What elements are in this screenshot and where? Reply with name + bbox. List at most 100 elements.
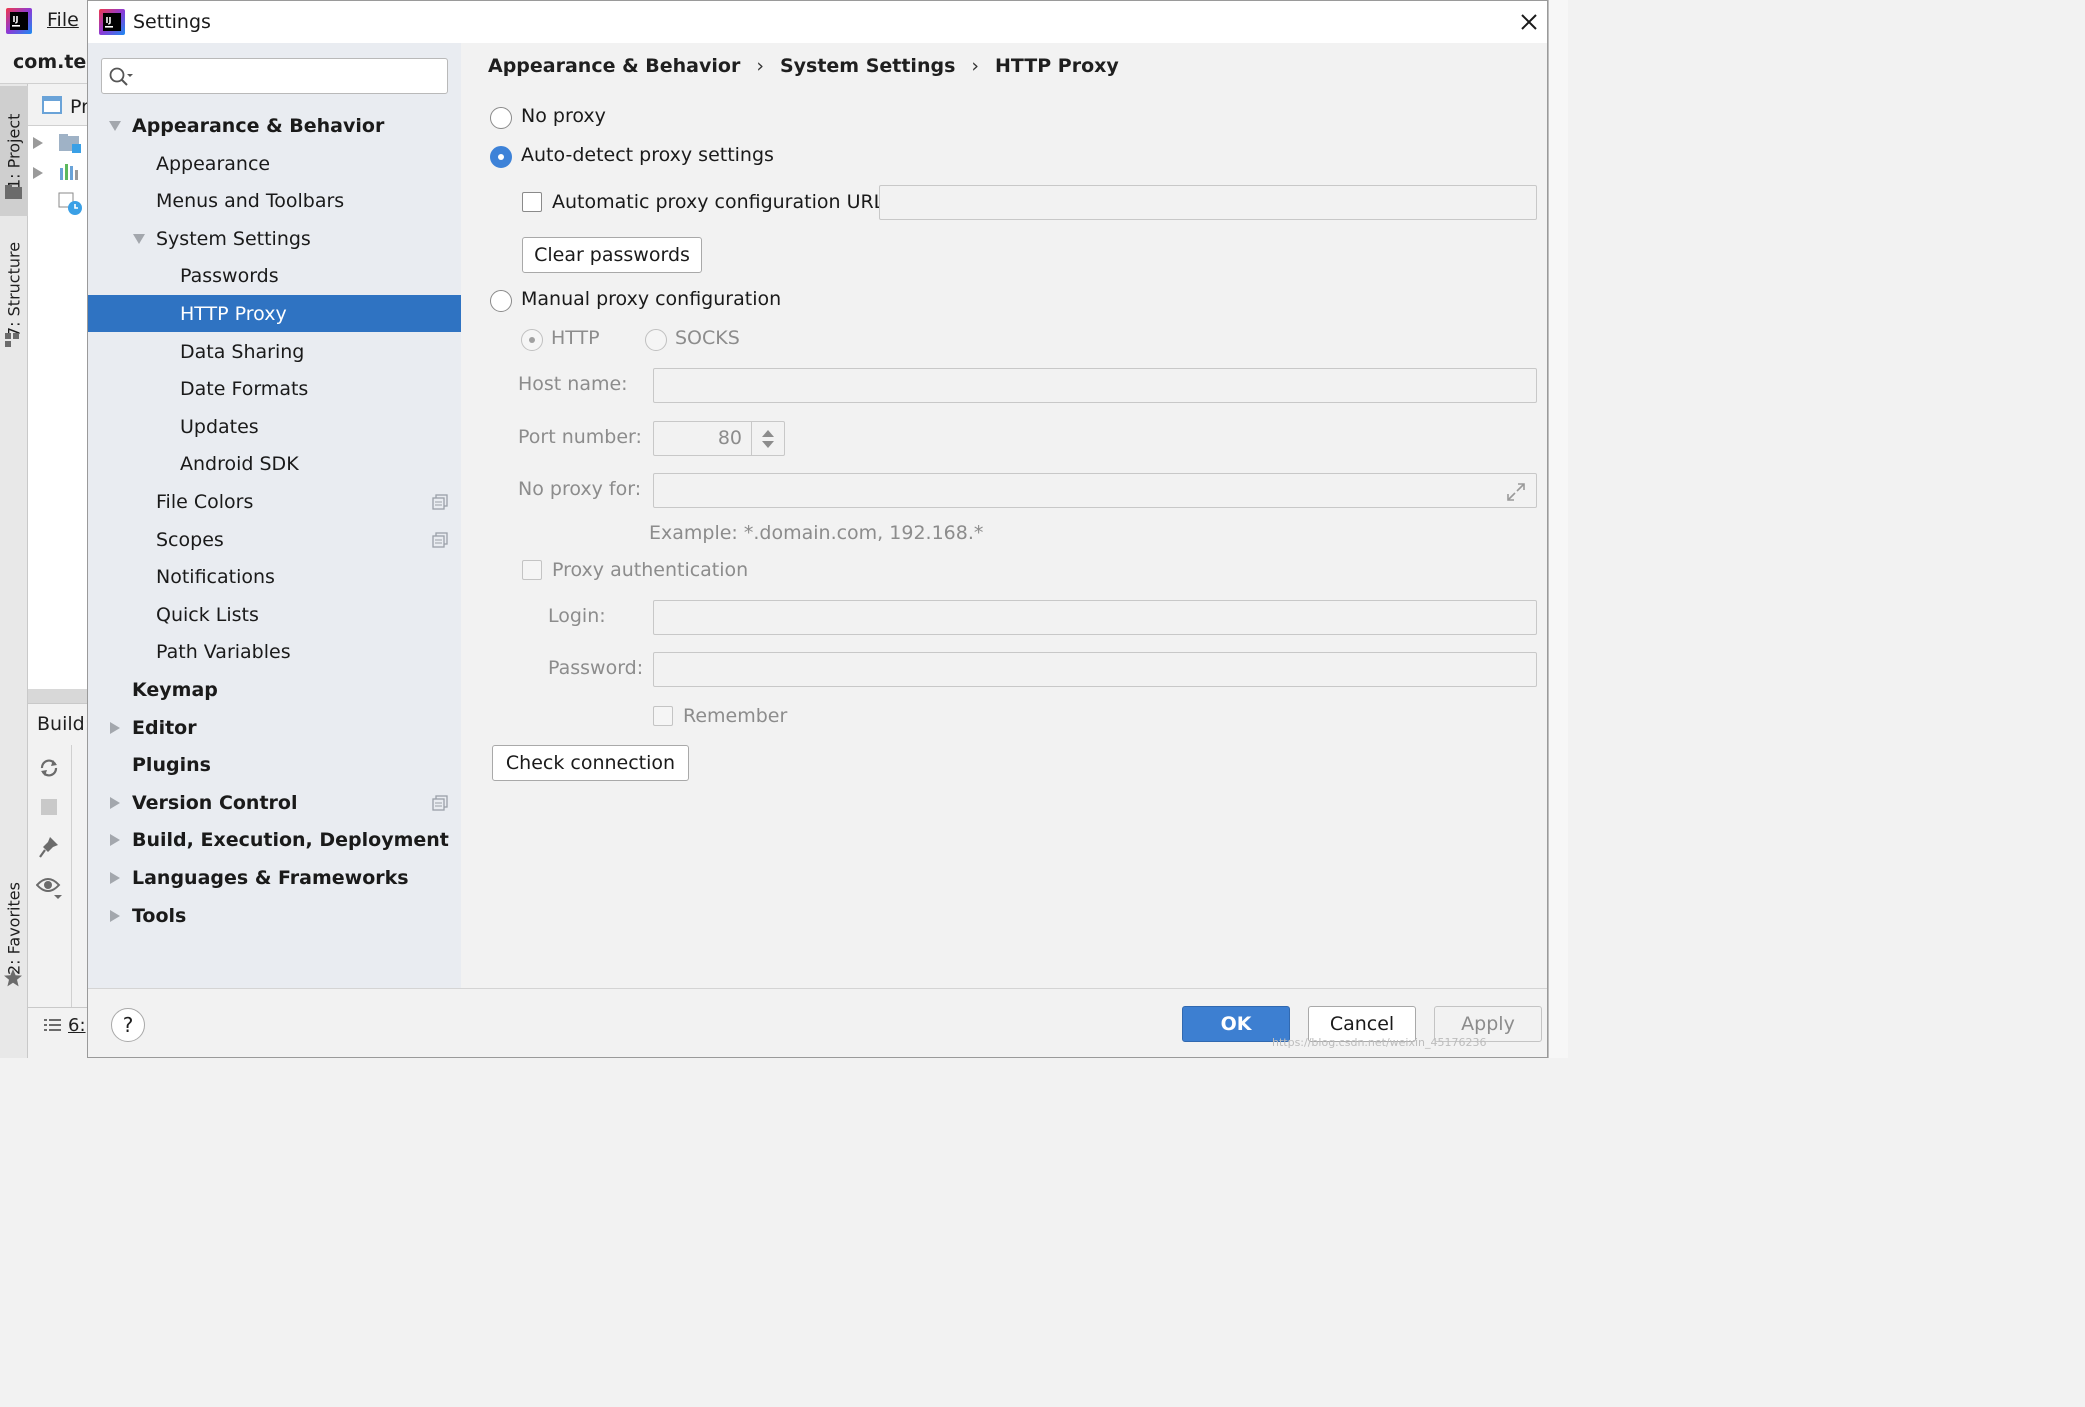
proxy-auth-label[interactable]: Proxy authentication [552, 559, 748, 581]
chevron-right-icon[interactable] [108, 796, 122, 810]
no-proxy-radio[interactable] [490, 107, 512, 129]
manual-proxy-radio[interactable] [490, 290, 512, 312]
stop-icon[interactable] [40, 798, 58, 816]
host-name-field[interactable] [653, 368, 1537, 403]
tree-item-appearance[interactable]: Appearance [88, 145, 461, 182]
tree-item-notifications[interactable]: Notifications [88, 558, 461, 595]
tree-item-label: Build, Execution, Deployment [132, 828, 449, 851]
tree-item-quick-lists[interactable]: Quick Lists [88, 596, 461, 633]
breadcrumb-item: HTTP Proxy [995, 55, 1119, 77]
clear-passwords-button[interactable]: Clear passwords [522, 237, 702, 273]
auto-config-url-field[interactable] [879, 185, 1537, 220]
tree-item-label: Plugins [132, 753, 211, 776]
tree-item-keymap[interactable]: Keymap [88, 671, 461, 708]
tree-item-languages-frameworks[interactable]: Languages & Frameworks [88, 859, 461, 896]
stepper-arrows-icon[interactable] [760, 428, 776, 450]
build-panel-label: Build: [37, 713, 92, 735]
ide-project-name[interactable]: com.test [13, 51, 88, 73]
auto-detect-radio[interactable] [490, 146, 512, 168]
search-input[interactable] [138, 63, 438, 89]
chevron-down-icon[interactable] [108, 119, 122, 133]
tree-item-editor[interactable]: Editor [88, 709, 461, 746]
auto-config-url-input[interactable] [880, 186, 1536, 219]
breadcrumb-separator-icon: › [756, 55, 764, 77]
port-number-stepper[interactable]: 80 [653, 421, 785, 456]
host-name-label: Host name: [518, 373, 628, 395]
svg-text:IJ: IJ [106, 16, 112, 25]
expand-arrow-icon[interactable] [32, 166, 44, 180]
tree-item-build-execution-deployment[interactable]: Build, Execution, Deployment [88, 821, 461, 858]
breadcrumb-item: Appearance & Behavior [488, 55, 741, 77]
login-input[interactable] [654, 601, 1536, 634]
file-menu[interactable]: File [47, 9, 79, 31]
chevron-down-icon[interactable] [132, 232, 146, 246]
search-box[interactable] [101, 58, 448, 94]
tree-item-label: Data Sharing [180, 340, 305, 363]
search-icon[interactable] [108, 65, 134, 89]
project-level-icon [432, 532, 448, 548]
auto-config-url-label[interactable]: Automatic proxy configuration URL: [552, 191, 891, 213]
host-name-input[interactable] [654, 369, 1536, 402]
close-icon[interactable] [1516, 9, 1542, 35]
tree-item-passwords[interactable]: Passwords [88, 257, 461, 294]
expand-icon[interactable] [1506, 482, 1526, 502]
tree-item-updates[interactable]: Updates [88, 408, 461, 445]
tree-item-file-colors[interactable]: File Colors [88, 483, 461, 520]
tree-item-label: Quick Lists [156, 603, 259, 626]
tree-item-appearance-behavior[interactable]: Appearance & Behavior [88, 107, 461, 144]
remember-checkbox[interactable] [653, 706, 673, 726]
manual-proxy-label[interactable]: Manual proxy configuration [521, 288, 781, 310]
tree-item-data-sharing[interactable]: Data Sharing [88, 333, 461, 370]
http-radio[interactable] [521, 329, 543, 351]
password-field[interactable] [653, 652, 1537, 687]
chevron-right-icon[interactable] [108, 721, 122, 735]
tree-item-android-sdk[interactable]: Android SDK [88, 445, 461, 482]
ide-menubar: IJ File [0, 0, 88, 42]
auto-config-url-checkbox[interactable] [522, 192, 542, 212]
no-proxy-for-label: No proxy for: [518, 478, 642, 500]
tree-item-label: Passwords [180, 264, 279, 287]
eye-icon[interactable] [36, 875, 62, 899]
tree-item-path-variables[interactable]: Path Variables [88, 633, 461, 670]
login-field[interactable] [653, 600, 1537, 635]
no-proxy-label[interactable]: No proxy [521, 105, 606, 127]
tree-item-http-proxy[interactable]: HTTP Proxy [88, 295, 461, 332]
rerun-icon[interactable] [38, 757, 60, 779]
pin-icon[interactable] [38, 835, 60, 859]
watermark: https://blog.csdn.net/weixin_45176236 [1272, 1036, 1487, 1049]
tree-item-tools[interactable]: Tools [88, 897, 461, 934]
tree-item-plugins[interactable]: Plugins [88, 746, 461, 783]
tree-item-version-control[interactable]: Version Control [88, 784, 461, 821]
folder-icon [59, 134, 81, 153]
no-proxy-for-field[interactable] [653, 473, 1537, 508]
svg-text:IJ: IJ [13, 15, 19, 24]
tree-item-scopes[interactable]: Scopes [88, 521, 461, 558]
tree-item-system-settings[interactable]: System Settings [88, 220, 461, 257]
folder-icon [5, 185, 22, 199]
port-number-value[interactable]: 80 [654, 422, 750, 455]
proxy-auth-checkbox[interactable] [522, 560, 542, 580]
socks-label[interactable]: SOCKS [675, 327, 740, 349]
password-input[interactable] [654, 653, 1536, 686]
intellij-logo-icon: IJ [99, 9, 125, 35]
list-icon [44, 1019, 61, 1031]
chevron-right-icon[interactable] [108, 833, 122, 847]
http-label[interactable]: HTTP [551, 327, 600, 349]
chevron-right-icon[interactable] [108, 871, 122, 885]
help-button[interactable]: ? [111, 1008, 145, 1042]
remember-label[interactable]: Remember [683, 705, 787, 727]
chevron-right-icon[interactable] [108, 909, 122, 923]
settings-sidebar: Appearance & Behavior Appearance Menus and… [88, 43, 461, 988]
project-level-icon [432, 494, 448, 510]
ide-horizontal-scrollbar[interactable] [28, 689, 88, 703]
auto-detect-label[interactable]: Auto-detect proxy settings [521, 144, 774, 166]
socks-radio[interactable] [645, 329, 667, 351]
expand-arrow-icon[interactable] [32, 136, 44, 150]
tree-item-date-formats[interactable]: Date Formats [88, 370, 461, 407]
todo-tab-label[interactable]: 6: [68, 1015, 86, 1036]
tree-item-menus-and-toolbars[interactable]: Menus and Toolbars [88, 182, 461, 219]
no-proxy-for-input[interactable] [654, 474, 1536, 507]
tree-item-label: Date Formats [180, 377, 309, 400]
check-connection-button[interactable]: Check connection [492, 745, 689, 781]
port-number-label: Port number: [518, 426, 642, 448]
